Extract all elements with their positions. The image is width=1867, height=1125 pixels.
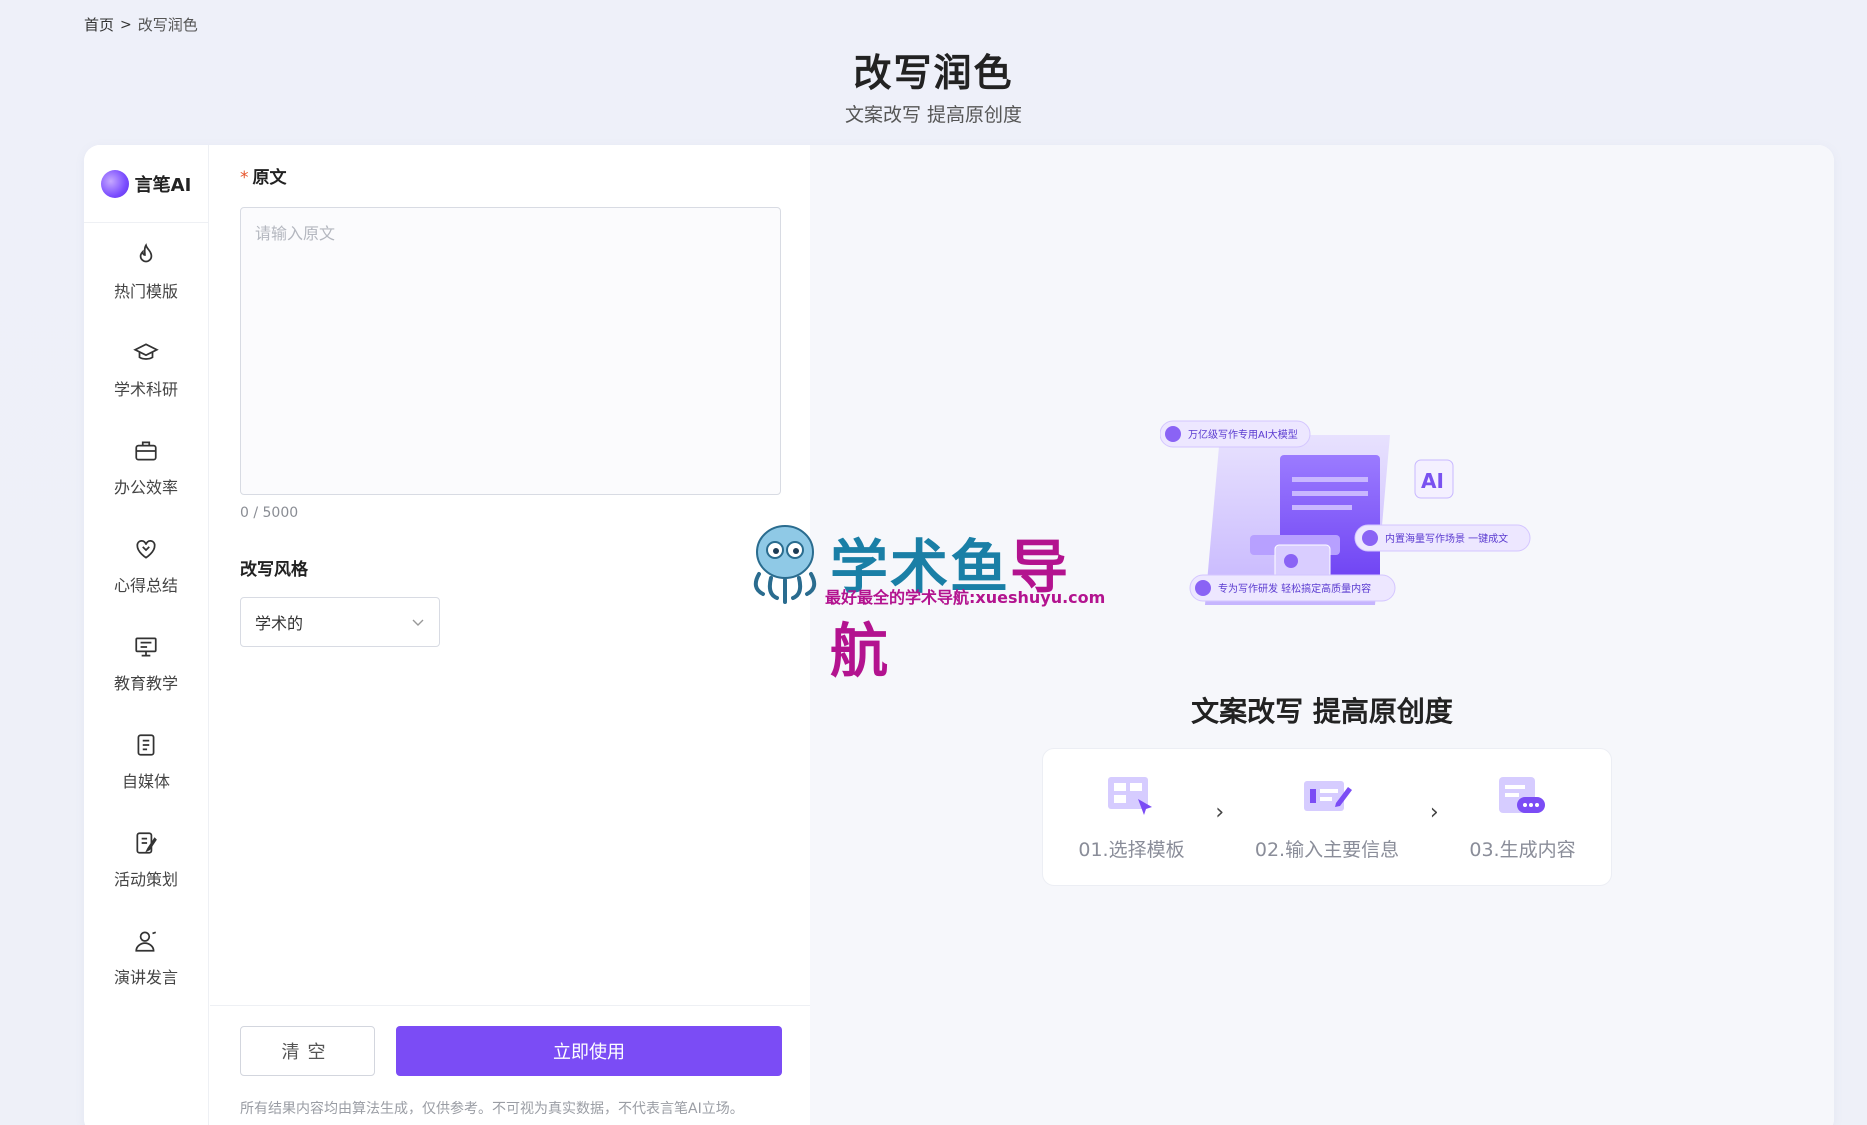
badge-quality: 专为写作研发 轻松搞定高质量内容 <box>1218 582 1371 595</box>
sidebar-item-label: 演讲发言 <box>113 968 178 987</box>
sidebar-item-events[interactable]: 活动策划 <box>84 811 208 909</box>
badge-model: 万亿级写作专用AI大模型 <box>1188 428 1298 441</box>
sidebar-item-label: 教育教学 <box>113 674 178 693</box>
chevron-down-icon <box>412 619 424 626</box>
step-input-info: 02.输入主要信息 <box>1255 773 1399 862</box>
sidebar-nav: 热门模版 学术科研 办公效率 心得总结 教育教学 自媒体 活动策划 演讲发言 <box>84 223 208 1007</box>
brand-logo-icon <box>100 169 129 198</box>
rewrite-style-value: 学术的 <box>255 614 304 633</box>
template-select-icon <box>1108 776 1153 815</box>
page-subtitle: 文案改写 提高原创度 <box>844 104 1023 126</box>
briefcase-icon <box>135 441 157 461</box>
ai-tag: AI <box>1421 469 1444 493</box>
sidebar-item-label: 热门模版 <box>113 282 178 301</box>
octopus-mascot-icon <box>753 525 817 604</box>
chevron-right-icon: › <box>1429 799 1439 825</box>
clear-button[interactable]: 清空 <box>240 1026 375 1076</box>
page-title: 改写润色 <box>853 51 1014 95</box>
rewrite-form: *原文 0 / 5000 改写风格 学术的 清空 立即使用 所有结果内容均由算法… <box>210 145 810 1125</box>
sidebar-item-label: 学术科研 <box>113 380 178 399</box>
original-text-input[interactable] <box>240 207 781 495</box>
fire-icon <box>139 243 153 263</box>
watermark: 学术鱼导航 最好最全的学术导航:xueshuyu.com <box>745 520 1125 685</box>
sidebar-item-education[interactable]: 教育教学 <box>84 615 208 713</box>
breadcrumb-current: 改写润色 <box>137 16 198 34</box>
sidebar: 言笔AI 热门模版 学术科研 办公效率 心得总结 教育教学 自媒体 活动策划 演… <box>84 145 209 1125</box>
sidebar-item-label: 办公效率 <box>113 478 178 497</box>
character-counter: 0 / 5000 <box>240 505 299 521</box>
sidebar-item-summary[interactable]: 心得总结 <box>84 517 208 615</box>
chevron-right-icon: › <box>1215 799 1225 825</box>
form-footer: 清空 立即使用 所有结果内容均由算法生成，仅供参考。不可视为真实数据，不代表言笔… <box>210 1005 810 1125</box>
heart-icon <box>136 540 156 559</box>
step-label: 01.选择模板 <box>1078 838 1185 861</box>
step-generate: 03.生成内容 <box>1469 773 1576 862</box>
brand-name: 言笔AI <box>134 174 192 196</box>
sidebar-item-office[interactable]: 办公效率 <box>84 419 208 517</box>
preview-title: 文案改写 提高原创度 <box>1191 695 1453 728</box>
step-label: 02.输入主要信息 <box>1254 838 1400 861</box>
graduation-cap-icon <box>133 343 159 360</box>
required-mark: * <box>240 168 249 188</box>
step-select-template: 01.选择模板 <box>1078 773 1185 862</box>
speaker-icon <box>135 931 157 952</box>
disclaimer: 所有结果内容均由算法生成，仅供参考。不可视为真实数据，不代表言笔AI立场。 <box>240 1101 744 1117</box>
breadcrumb-home[interactable]: 首页 <box>84 14 114 35</box>
sidebar-item-label: 活动策划 <box>113 870 178 889</box>
rewrite-style-select[interactable]: 学术的 <box>240 597 440 647</box>
steps-card: 01.选择模板 › 02.输入主要信息 › 03.生成内容 <box>1042 748 1612 886</box>
sidebar-item-hot-templates[interactable]: 热门模版 <box>84 223 208 321</box>
rewrite-style-label: 改写风格 <box>240 560 308 580</box>
generate-content-icon <box>1499 776 1546 813</box>
use-now-button[interactable]: 立即使用 <box>396 1026 782 1076</box>
watermark-subtitle: 最好最全的学术导航:xueshuyu.com <box>825 588 1106 607</box>
breadcrumb-separator: > <box>120 16 132 33</box>
original-text-label: * 原文 <box>240 168 287 188</box>
badge-scenes: 内置海量写作场景 一键成文 <box>1385 532 1508 545</box>
presentation-board-icon <box>135 637 157 657</box>
sidebar-item-academic[interactable]: 学术科研 <box>84 321 208 419</box>
brand[interactable]: 言笔AI <box>84 145 208 223</box>
sidebar-item-media[interactable]: 自媒体 <box>84 713 208 811</box>
document-icon <box>137 734 155 756</box>
ai-writing-illustration: AI 万亿级写作专用AI大模型 内置海量写作场景 一键成文 专为写作研发 轻松搞… <box>1160 420 1531 605</box>
step-label: 03.生成内容 <box>1469 838 1576 861</box>
sidebar-item-label: 自媒体 <box>121 772 170 791</box>
edit-document-icon <box>136 832 157 854</box>
breadcrumb: 首页 > 改写润色 <box>84 14 198 35</box>
input-info-icon <box>1303 780 1352 811</box>
sidebar-item-speech[interactable]: 演讲发言 <box>84 909 208 1007</box>
sidebar-item-label: 心得总结 <box>113 576 178 595</box>
